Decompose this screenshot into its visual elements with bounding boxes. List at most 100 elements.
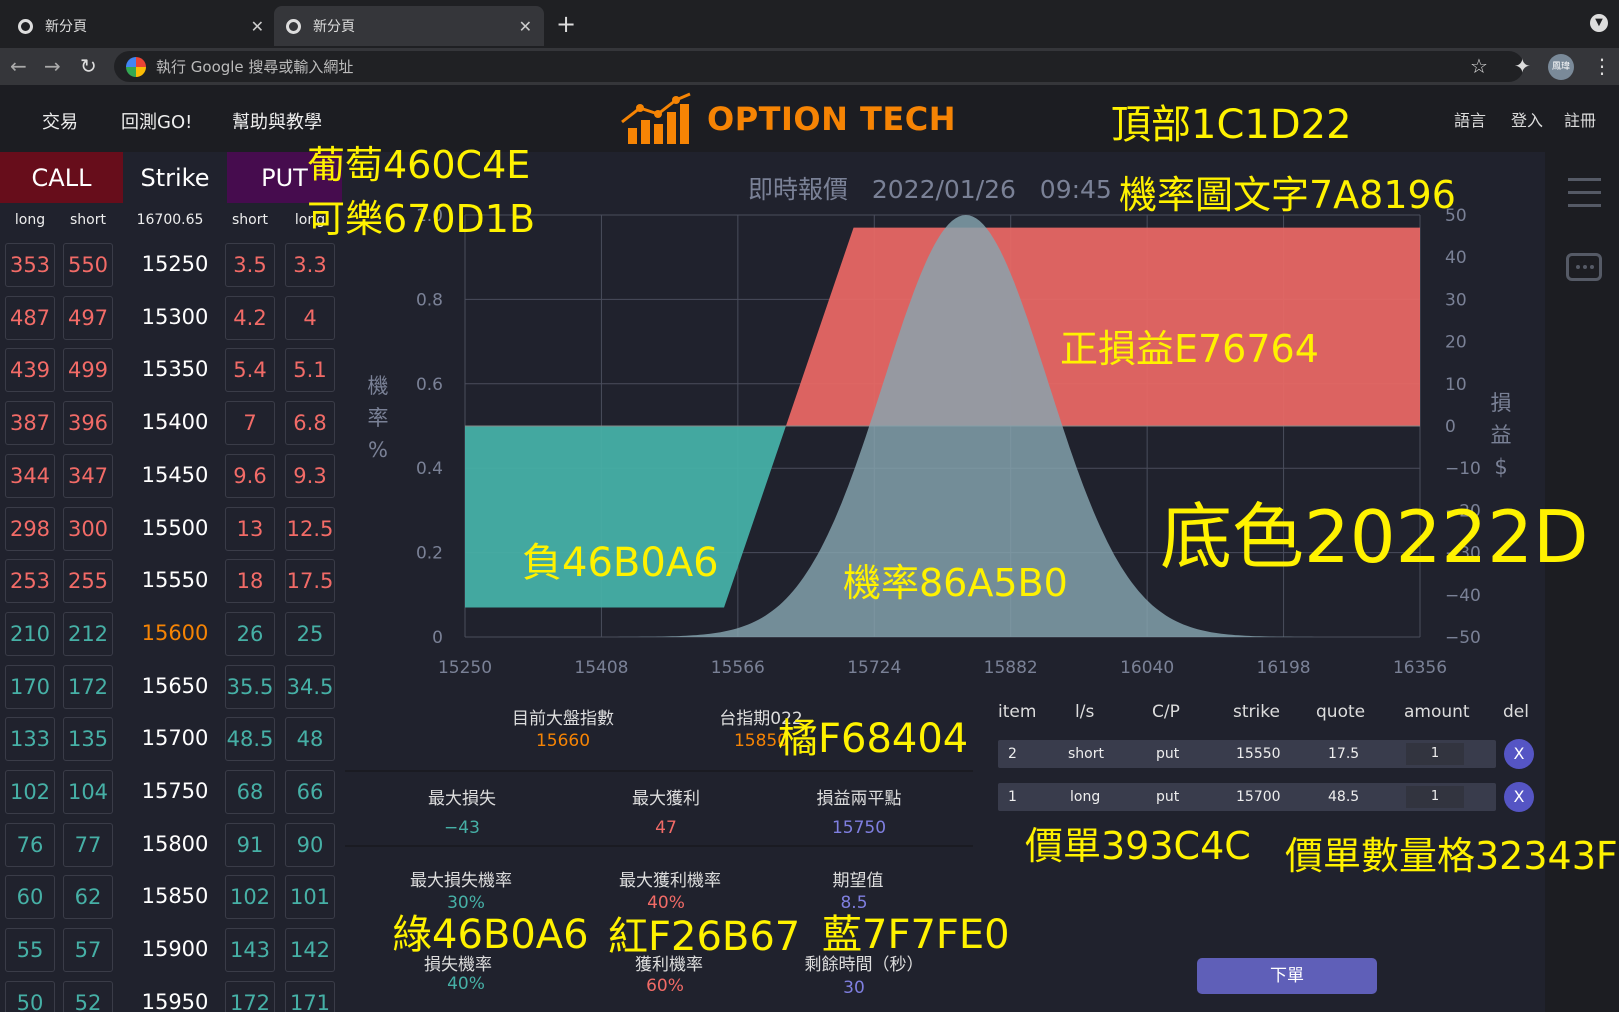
call-long-price[interactable]: 210 [5,611,55,656]
put-long-price[interactable]: 101 [285,875,335,920]
order-amount-input[interactable]: 1 [1406,743,1464,765]
more-menu-icon[interactable]: ⋮ [1592,54,1612,78]
call-short-price[interactable]: 77 [63,822,113,867]
call-short-price[interactable]: 172 [63,664,113,709]
call-short-price[interactable]: 255 [63,559,113,604]
reload-icon[interactable]: ↻ [80,54,97,78]
loss-prob-value: 40% [447,974,485,994]
call-long-price[interactable]: 439 [5,348,55,393]
close-icon[interactable]: ✕ [251,17,264,36]
nav-help[interactable]: 幫助與教學 [232,108,322,134]
new-tab-icon[interactable]: + [556,10,576,38]
put-long-price[interactable]: 48 [285,717,335,762]
put-long-price[interactable]: 142 [285,928,335,973]
register-link[interactable]: 註冊 [1564,107,1596,131]
call-long-price[interactable]: 133 [5,717,55,762]
put-short-price[interactable]: 5.4 [225,348,275,393]
put-short-price[interactable]: 143 [225,928,275,973]
order-col-item: item [998,702,1037,722]
call-long-price[interactable]: 76 [5,822,55,867]
put-short-price[interactable]: 68 [225,770,275,814]
put-long-price[interactable]: 34.5 [285,664,335,709]
order-ls: long [1070,789,1101,805]
call-short-price[interactable]: 396 [63,401,113,446]
breakeven-value: 15750 [831,818,887,838]
call-short-price[interactable]: 212 [63,611,113,656]
put-long-price[interactable]: 5.1 [285,348,335,393]
put-short-price[interactable]: 26 [225,611,275,656]
put-short-price[interactable]: 13 [225,506,275,551]
put-long-price[interactable]: 4 [285,295,335,340]
put-short-price[interactable]: 7 [225,401,275,446]
put-long-price[interactable]: 90 [285,822,335,867]
order-cp: put [1156,746,1180,762]
browser-tab-active[interactable]: 新分頁 ✕ [274,6,544,46]
call-long-price[interactable]: 353 [5,243,55,287]
delete-order-button[interactable]: X [1504,739,1534,769]
call-short-price[interactable]: 300 [63,506,113,551]
call-long-price[interactable]: 387 [5,401,55,446]
tab-search-icon[interactable]: ▼ [1590,14,1608,32]
call-long-price[interactable]: 253 [5,559,55,604]
extensions-icon[interactable]: ✦ [1514,54,1531,78]
call-short-price[interactable]: 499 [63,348,113,393]
put-long-price[interactable]: 12.5 [285,506,335,551]
call-long-price[interactable]: 298 [5,506,55,551]
login-link[interactable]: 登入 [1511,107,1543,131]
close-icon[interactable]: ✕ [519,17,532,36]
annotation-order-row-color: 價單393C4C [1025,824,1251,868]
put-long-price[interactable]: 66 [285,770,335,814]
forward-icon[interactable]: → [44,54,61,78]
call-long-price[interactable]: 344 [5,453,55,498]
back-icon[interactable]: ← [10,54,27,78]
menu-icon[interactable] [1568,178,1601,181]
chat-icon[interactable] [1566,253,1602,281]
call-short-price[interactable]: 347 [63,453,113,498]
nav-trade[interactable]: 交易 [42,108,78,134]
call-long-price[interactable]: 55 [5,928,55,973]
menu-icon-line [1568,204,1601,207]
put-short-price[interactable]: 3.5 [225,243,275,287]
put-short-price[interactable]: 18 [225,559,275,604]
put-short-price[interactable]: 4.2 [225,295,275,340]
call-short-price[interactable]: 497 [63,295,113,340]
call-long-price[interactable]: 487 [5,295,55,340]
order-row: 1 long put 15700 48.5 1 [998,783,1496,811]
put-short-price[interactable]: 35.5 [225,664,275,709]
strike-price: 15950 [141,989,209,1012]
put-short-price[interactable]: 9.6 [225,453,275,498]
omnibox[interactable]: 執行 Google 搜尋或輸入網址 [114,51,1524,82]
put-long-price[interactable]: 9.3 [285,453,335,498]
logo-text[interactable]: OPTION TECH [707,100,956,138]
browser-tab[interactable]: 新分頁 ✕ [6,6,276,46]
call-short-price[interactable]: 104 [63,770,113,814]
divider [345,845,973,847]
put-short-price[interactable]: 172 [225,980,275,1012]
call-short-price[interactable]: 57 [63,928,113,973]
put-long-price[interactable]: 6.8 [285,401,335,446]
call-long-price[interactable]: 170 [5,664,55,709]
put-short-price[interactable]: 91 [225,822,275,867]
delete-order-button[interactable]: X [1504,782,1534,812]
put-short-price[interactable]: 48.5 [225,717,275,762]
avatar[interactable]: 鳳瑋 [1548,54,1574,80]
y-left-tick-label: 0.4 [416,459,443,479]
put-long-price[interactable]: 25 [285,611,335,656]
place-order-button[interactable]: 下單 [1197,958,1377,994]
call-short-price[interactable]: 52 [63,980,113,1012]
put-long-price[interactable]: 171 [285,980,335,1012]
divider [345,770,973,772]
call-long-price[interactable]: 102 [5,770,55,814]
language-link[interactable]: 語言 [1454,107,1486,131]
bookmark-star-icon[interactable]: ☆ [1470,54,1488,78]
call-long-price[interactable]: 50 [5,980,55,1012]
put-long-price[interactable]: 17.5 [285,559,335,604]
call-short-price[interactable]: 62 [63,875,113,920]
nav-backtest[interactable]: 回測GO! [121,108,192,134]
call-short-price[interactable]: 135 [63,717,113,762]
order-amount-input[interactable]: 1 [1406,786,1464,808]
call-long-price[interactable]: 60 [5,875,55,920]
put-long-price[interactable]: 3.3 [285,243,335,287]
call-short-price[interactable]: 550 [63,243,113,287]
put-short-price[interactable]: 102 [225,875,275,920]
